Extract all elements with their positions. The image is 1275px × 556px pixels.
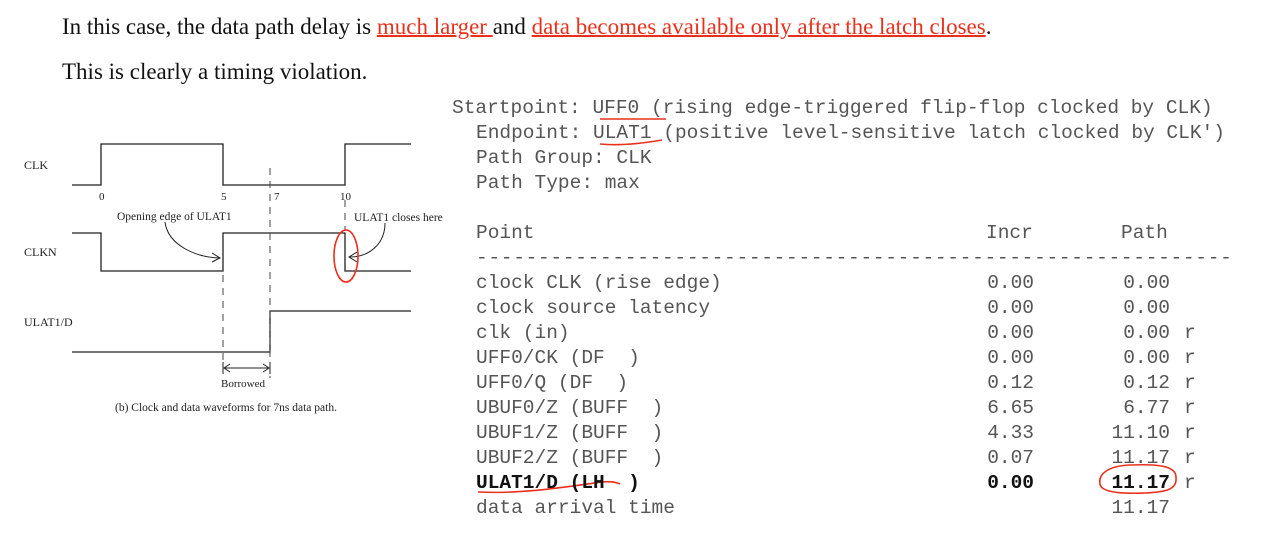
report-row-point: UBUF2/Z (BUFF ) (476, 447, 664, 469)
report-row-incr: 0.00 (987, 272, 1034, 294)
report-row-incr: 0.12 (987, 372, 1034, 394)
report-row-path: 11.17 (1111, 472, 1170, 494)
report-row-flag: r (1184, 447, 1196, 469)
report-row-flag: r (1184, 322, 1196, 344)
col-header-path: Path (1121, 222, 1168, 244)
report-row-point: clk (in) (476, 322, 570, 344)
report-row-point: data arrival time (476, 497, 675, 519)
report-row-point: clock source latency (476, 297, 711, 319)
report-row-incr: 0.07 (987, 447, 1034, 469)
underline-ulat1 (599, 139, 663, 146)
report-row-point: UBUF0/Z (BUFF ) (476, 397, 664, 419)
report-row-path: 0.00 (1123, 347, 1170, 369)
report-row-path: 6.77 (1123, 397, 1170, 419)
report-row-point: UFF0/Q (DF ) (476, 372, 629, 394)
report-row-incr: 0.00 (987, 322, 1034, 344)
report-row-incr: 0.00 (987, 472, 1034, 494)
report-row-path: 0.00 (1123, 297, 1170, 319)
report-row-flag: r (1184, 347, 1196, 369)
report-row-flag: r (1184, 397, 1196, 419)
report-row-flag: r (1184, 422, 1196, 444)
report-row-point: UBUF1/Z (BUFF ) (476, 422, 664, 444)
report-row-incr: 6.65 (987, 397, 1034, 419)
col-header-point: Point (476, 222, 535, 244)
report-row-path: 0.00 (1123, 272, 1170, 294)
report-row-point: clock CLK (rise edge) (476, 272, 722, 294)
report-row-incr: 0.00 (987, 347, 1034, 369)
report-row-path: 11.10 (1111, 422, 1170, 444)
report-row-path: 0.00 (1123, 322, 1170, 344)
report-row-flag: r (1184, 372, 1196, 394)
report-row-path: 11.17 (1111, 497, 1170, 519)
report-row-flag: r (1184, 472, 1196, 494)
report-row-incr: 0.00 (987, 297, 1034, 319)
report-row-incr: 4.33 (987, 422, 1034, 444)
report-row-path: 0.12 (1123, 372, 1170, 394)
report-row-path: 11.17 (1111, 447, 1170, 469)
separator: ----------------------------------------… (476, 247, 1233, 269)
col-header-incr: Incr (986, 222, 1033, 244)
report-row-point: ULAT1/D (LH ) (476, 472, 640, 494)
report-row-point: UFF0/CK (DF ) (476, 347, 640, 369)
